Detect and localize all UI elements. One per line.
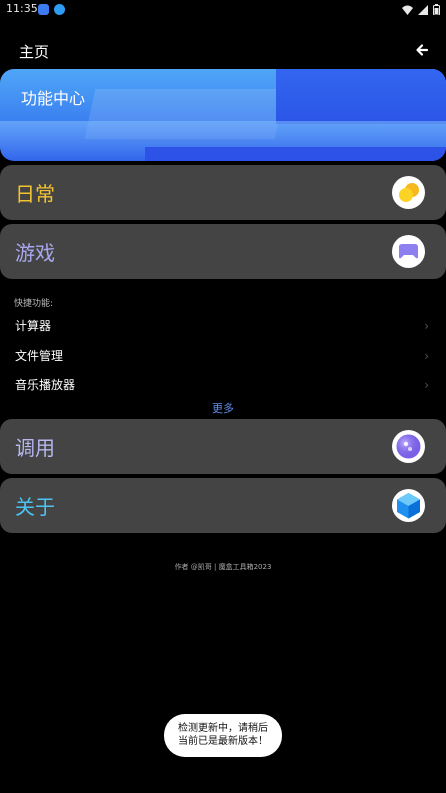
purple-orb-icon — [392, 430, 425, 463]
arrow-left-icon — [416, 44, 429, 56]
quick-item-music-player[interactable]: 音乐播放器 › — [0, 373, 446, 397]
more-link[interactable]: 更多 — [0, 400, 446, 416]
wifi-icon — [402, 5, 413, 15]
quick-functions-title: 快捷功能: — [14, 299, 54, 309]
app-header: 主页 — [0, 38, 446, 64]
card-label: 游戏 — [15, 241, 55, 265]
card-daily[interactable]: 日常 — [0, 165, 446, 220]
blue-cube-icon — [392, 489, 425, 522]
card-games[interactable]: 游戏 — [0, 224, 446, 279]
app-icon-blue — [38, 4, 49, 15]
banner-decoration — [145, 147, 446, 161]
banner-decoration — [276, 69, 446, 124]
back-button[interactable] — [412, 40, 432, 60]
footer-credit: 作者 @凯哥 | 魔盒工具箱2023 — [174, 563, 272, 571]
status-time: 11:35 — [6, 2, 38, 15]
chevron-right-icon: › — [424, 349, 429, 363]
update-toast: 检测更新中，请稍后 当前已是最新版本！ — [164, 714, 282, 757]
gamepad-icon — [392, 235, 425, 268]
card-about[interactable]: 关于 — [0, 478, 446, 533]
quick-item-file-manager[interactable]: 文件管理 › — [0, 344, 446, 368]
chevron-right-icon: › — [424, 319, 429, 333]
yellow-circles-icon — [392, 176, 425, 209]
quick-item-calculator[interactable]: 计算器 › — [0, 314, 446, 338]
chevron-right-icon: › — [424, 378, 429, 392]
card-label: 日常 — [15, 182, 55, 206]
quick-item-label: 音乐播放器 — [15, 378, 76, 392]
card-invoke[interactable]: 调用 — [0, 419, 446, 474]
feature-center-banner[interactable]: 功能中心 — [0, 69, 446, 161]
battery-icon — [433, 4, 440, 15]
download-icon — [54, 4, 65, 15]
status-bar: 11:35 — [0, 0, 446, 20]
toast-line: 当前已是最新版本！ — [178, 736, 268, 747]
banner-title: 功能中心 — [21, 89, 86, 108]
quick-item-label: 文件管理 — [15, 349, 64, 363]
signal-icon — [418, 4, 428, 15]
quick-item-label: 计算器 — [15, 319, 52, 333]
toast-line: 检测更新中，请稍后 — [178, 723, 268, 734]
card-label: 关于 — [15, 495, 55, 519]
card-label: 调用 — [15, 436, 55, 460]
page-title: 主页 — [19, 43, 50, 61]
